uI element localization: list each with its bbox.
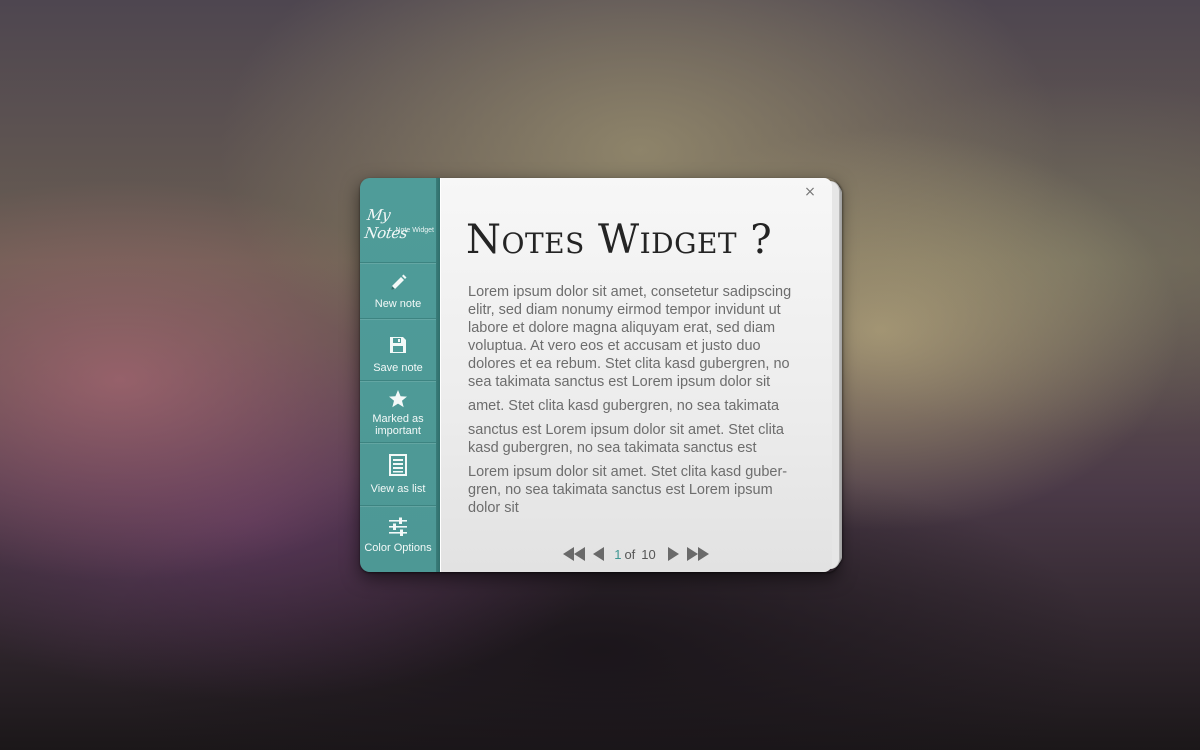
color-options-label: Color Options [364, 542, 432, 554]
page-of-label: of [624, 546, 636, 562]
new-note-button[interactable]: New note [360, 263, 436, 319]
current-page-number: 1 [614, 546, 622, 562]
close-button[interactable]: × [802, 184, 818, 200]
last-page-button[interactable] [686, 547, 709, 561]
note-paragraph: amet. Stet clita kasd gubergren, no sea … [468, 398, 780, 414]
view-as-list-button[interactable]: View as list [360, 443, 436, 506]
pencil-icon [388, 273, 408, 293]
double-left-arrow-icon [563, 547, 575, 561]
left-arrow-icon [593, 547, 605, 561]
note-paragraph: sanctus est Lorem ipsum dolor sit amet. … [468, 422, 784, 456]
note-panel: × Notes Widget ? Lorem ipsum dolor sit a… [440, 178, 832, 572]
note-paragraph: Lorem ipsum dolor sit amet, consetetur s… [468, 284, 792, 390]
prev-page-button[interactable] [593, 547, 605, 561]
next-page-button[interactable] [667, 547, 679, 561]
app-logo: My Notes Note Widget [360, 178, 436, 263]
right-arrow-icon [667, 547, 679, 561]
double-right-arrow-icon [686, 547, 698, 561]
view-as-list-label: View as list [370, 483, 426, 495]
new-note-label: New note [374, 298, 422, 310]
double-left-arrow-icon [574, 547, 586, 561]
marked-important-button[interactable]: Marked as important [360, 381, 436, 443]
marked-important-label: Marked as important [372, 413, 424, 437]
color-options-button[interactable]: Color Options [360, 506, 436, 572]
logo-subtitle: Note Widget [395, 227, 434, 234]
logo-script-text: My Notes [363, 206, 409, 242]
first-page-button[interactable] [563, 547, 586, 561]
note-body[interactable]: Lorem ipsum dolor sit amet, consetetur s… [468, 283, 808, 523]
sliders-icon [388, 516, 408, 536]
notes-widget: My Notes Note Widget New note Save note … [360, 178, 842, 572]
double-right-arrow-icon [697, 547, 709, 561]
star-icon [388, 389, 408, 409]
pagination: 1 of 10 [440, 544, 832, 564]
save-note-label: Save note [373, 362, 423, 374]
list-icon [388, 454, 408, 476]
note-title: Notes Widget ? [466, 217, 773, 263]
total-pages: 10 [641, 546, 656, 562]
note-paragraph: Lorem ipsum dolor sit amet. Stet clita k… [468, 464, 788, 516]
sidebar: My Notes Note Widget New note Save note … [360, 178, 436, 572]
floppy-disk-icon [388, 335, 408, 355]
save-note-button[interactable]: Save note [360, 319, 436, 381]
